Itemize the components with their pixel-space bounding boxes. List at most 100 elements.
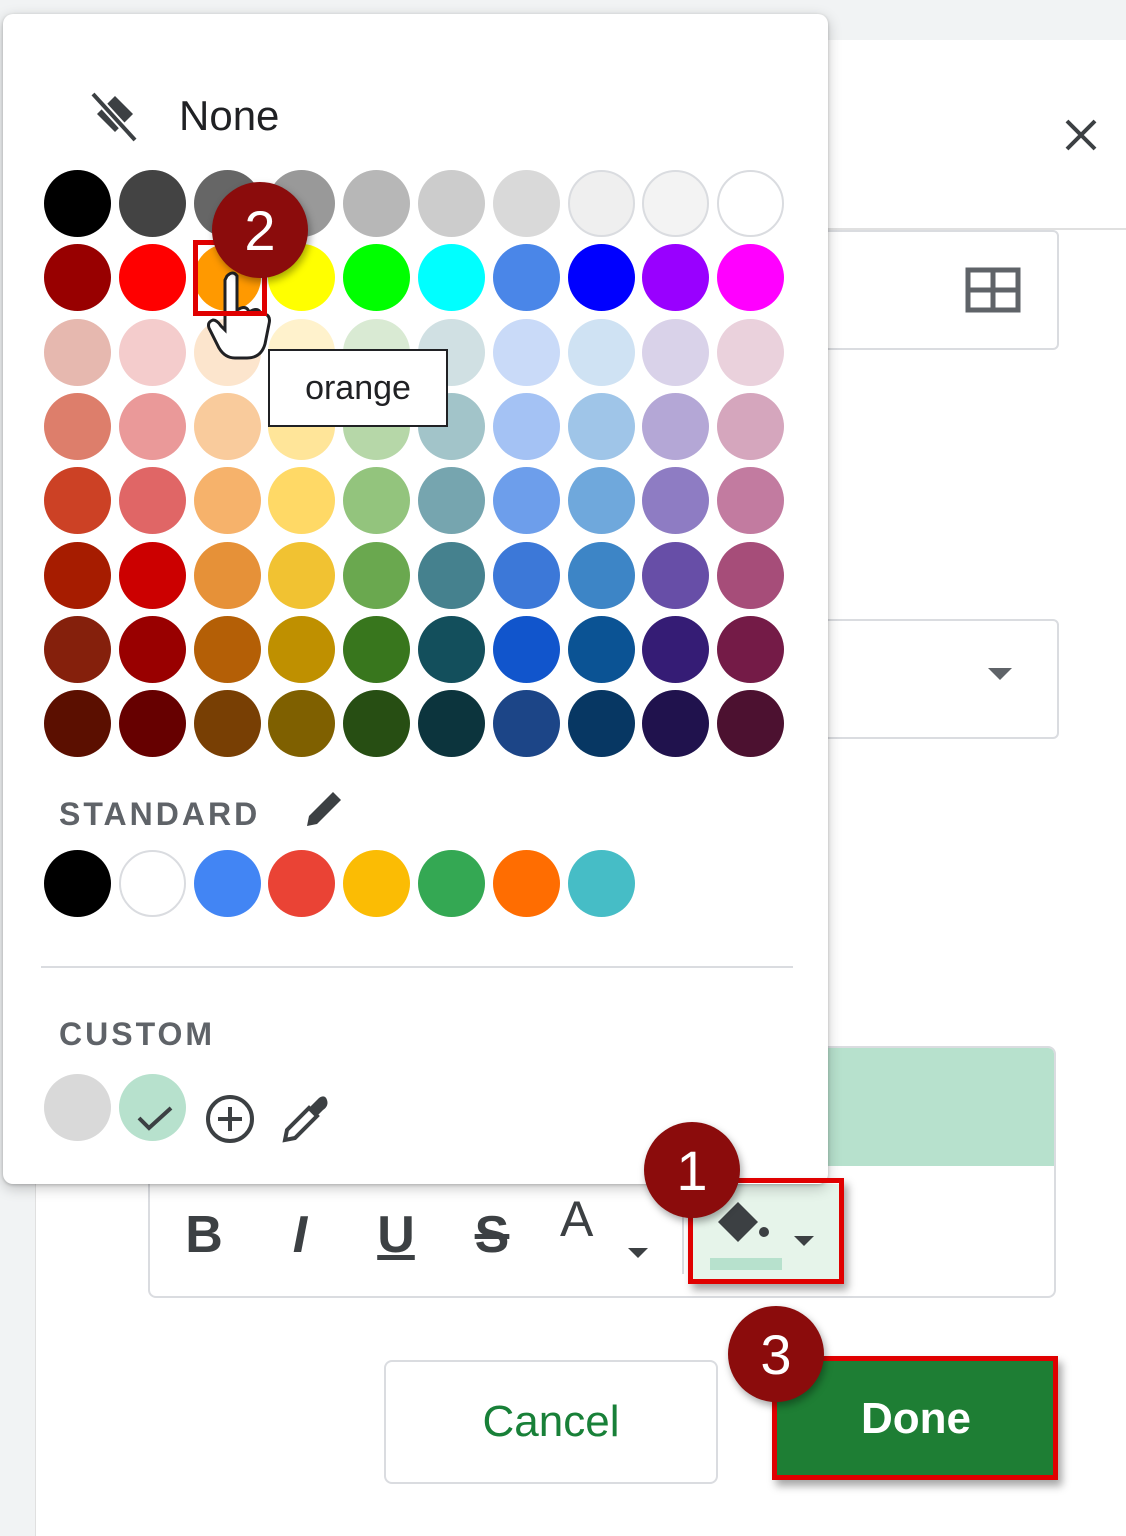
color-swatch[interactable] (193, 467, 261, 535)
close-icon (1065, 119, 1097, 151)
pencil-icon[interactable] (303, 786, 347, 830)
standard-color-swatch[interactable] (44, 850, 111, 917)
color-swatch[interactable] (717, 615, 785, 683)
check-icon (137, 1106, 173, 1131)
color-swatch[interactable] (118, 541, 186, 609)
color-swatch[interactable] (567, 170, 635, 237)
color-swatch[interactable] (418, 467, 485, 535)
color-swatch[interactable] (567, 467, 635, 535)
color-swatch[interactable] (118, 690, 186, 758)
color-swatch[interactable] (118, 467, 186, 535)
no-fill-option[interactable]: None (89, 84, 279, 148)
color-swatch[interactable] (343, 244, 411, 312)
color-swatch[interactable] (567, 690, 635, 758)
color-swatch[interactable] (44, 541, 111, 609)
color-swatch[interactable] (44, 615, 111, 683)
standard-section-label: STANDARD (59, 796, 261, 832)
color-swatch[interactable] (193, 615, 261, 683)
add-custom-color-icon[interactable] (203, 1092, 257, 1146)
color-swatch[interactable] (642, 615, 710, 683)
color-swatch[interactable] (717, 690, 785, 758)
standard-color-swatch[interactable] (268, 850, 336, 917)
color-swatch[interactable] (118, 170, 186, 237)
color-swatch[interactable] (717, 318, 785, 386)
color-swatch[interactable] (717, 392, 785, 460)
color-swatch[interactable] (268, 467, 336, 535)
text-color-button[interactable]: A (550, 1190, 650, 1280)
eyedropper-icon[interactable] (279, 1090, 331, 1146)
select-range-grid-icon[interactable] (965, 267, 1021, 313)
color-swatch[interactable] (567, 244, 635, 312)
color-swatch[interactable] (343, 690, 411, 758)
standard-color-swatch[interactable] (492, 850, 560, 917)
color-swatch[interactable] (492, 615, 560, 683)
color-swatch[interactable] (642, 467, 710, 535)
color-swatch[interactable] (44, 690, 111, 758)
color-swatch[interactable] (44, 244, 111, 312)
color-swatch[interactable] (418, 170, 485, 237)
bold-button[interactable]: B (172, 1190, 236, 1280)
fill-color-picker: None STANDARD CUSTOM orange (3, 14, 828, 1184)
color-swatch[interactable] (717, 541, 785, 609)
color-swatch[interactable] (642, 392, 710, 460)
color-swatch[interactable] (193, 690, 261, 758)
standard-color-swatch[interactable] (418, 850, 485, 917)
standard-color-swatch[interactable] (567, 850, 635, 917)
color-swatch[interactable] (418, 244, 485, 312)
color-swatch[interactable] (343, 467, 411, 535)
color-swatch[interactable] (642, 690, 710, 758)
color-swatch[interactable] (567, 392, 635, 460)
close-panel-button[interactable] (1058, 112, 1104, 158)
strikethrough-button[interactable]: S (460, 1190, 524, 1280)
color-swatch[interactable] (642, 318, 710, 386)
color-swatch[interactable] (567, 615, 635, 683)
color-swatch[interactable] (193, 392, 261, 460)
standard-color-swatch[interactable] (118, 850, 186, 917)
color-swatch[interactable] (118, 318, 186, 386)
color-swatch[interactable] (118, 615, 186, 683)
color-swatch[interactable] (44, 170, 111, 237)
color-swatch[interactable] (44, 392, 111, 460)
color-swatch[interactable] (567, 541, 635, 609)
picker-divider (41, 966, 793, 968)
color-swatch[interactable] (492, 170, 560, 237)
color-swatch[interactable] (418, 615, 485, 683)
color-swatch[interactable] (717, 244, 785, 312)
color-swatch[interactable] (492, 318, 560, 386)
color-swatch[interactable] (118, 244, 186, 312)
fill-none-icon (90, 91, 138, 143)
color-swatch[interactable] (268, 690, 336, 758)
standard-color-swatch[interactable] (193, 850, 261, 917)
italic-button[interactable]: I (268, 1190, 332, 1280)
color-swatch[interactable] (118, 392, 186, 460)
color-swatch[interactable] (492, 392, 560, 460)
underline-button[interactable]: U (364, 1190, 428, 1280)
color-swatch[interactable] (717, 467, 785, 535)
color-swatch[interactable] (642, 170, 710, 237)
step-badge-1: 1 (644, 1122, 740, 1218)
standard-color-swatch[interactable] (343, 850, 411, 917)
color-swatch[interactable] (492, 690, 560, 758)
color-swatch[interactable] (268, 615, 336, 683)
condition-select[interactable] (790, 619, 1059, 739)
color-swatch[interactable] (492, 541, 560, 609)
color-swatch[interactable] (418, 690, 485, 758)
custom-color-swatch[interactable] (44, 1074, 111, 1141)
color-swatch[interactable] (193, 541, 261, 609)
cancel-button[interactable]: Cancel (384, 1360, 718, 1484)
color-swatch[interactable] (44, 467, 111, 535)
color-swatch[interactable] (44, 318, 111, 386)
color-swatch[interactable] (343, 615, 411, 683)
color-swatch[interactable] (492, 467, 560, 535)
color-swatch[interactable] (642, 541, 710, 609)
color-swatch[interactable] (717, 170, 785, 237)
color-swatch[interactable] (642, 244, 710, 312)
color-swatch[interactable] (343, 541, 411, 609)
color-swatch[interactable] (268, 541, 336, 609)
color-swatch[interactable] (492, 244, 560, 312)
formatting-toolbar: B I U S A (150, 1180, 1054, 1290)
color-swatch[interactable] (418, 541, 485, 609)
color-swatch[interactable] (567, 318, 635, 386)
chevron-down-icon (628, 1248, 648, 1258)
color-swatch[interactable] (343, 170, 411, 237)
